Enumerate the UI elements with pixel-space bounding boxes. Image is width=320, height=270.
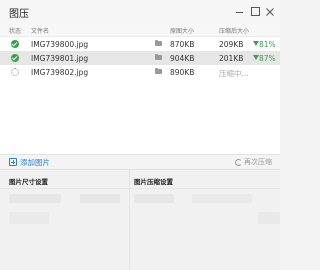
original-size-cell: 890KB <box>170 68 195 77</box>
header-original-size: 原图大小 <box>170 28 195 35</box>
add-images-label: 添加图片 <box>20 158 50 167</box>
settings-divider <box>0 188 280 189</box>
header-filename: 文件名 <box>31 28 50 35</box>
panel-divider <box>129 170 130 270</box>
check-circle-icon <box>11 54 19 62</box>
compressed-size-cell: 209KB <box>219 40 244 49</box>
settings-area: 图片尺寸设置 图片压缩设置 <box>0 169 280 270</box>
header-compressed-size: 压缩后大小 <box>219 28 250 35</box>
compressed-size-cell: 压缩中... <box>219 69 249 78</box>
size-settings-control[interactable] <box>9 194 61 203</box>
app-window: 图压 状态 文件名 原图大小 压缩后大小 IMG739800.jpg 870KB… <box>0 0 280 270</box>
action-bar: 添加图片 再次压缩 <box>0 154 280 169</box>
minimize-icon[interactable] <box>233 4 247 18</box>
ratio-cell: 81% <box>259 40 276 49</box>
check-circle-icon <box>11 40 19 48</box>
size-settings-control[interactable] <box>80 194 120 203</box>
table-header: 状态 文件名 原图大小 压缩后大小 <box>0 24 280 37</box>
app-title: 图压 <box>9 9 29 20</box>
plus-icon <box>9 158 17 166</box>
compress-settings-control[interactable] <box>192 194 252 203</box>
header-status: 状态 <box>9 28 22 35</box>
table-row[interactable]: IMG739801.jpg 904KB 201KB 87% <box>0 51 280 65</box>
compress-settings-control[interactable] <box>134 194 174 203</box>
original-size-cell: 870KB <box>170 40 195 49</box>
size-settings-title: 图片尺寸设置 <box>9 178 48 186</box>
filename-cell: IMG739800.jpg <box>31 40 89 49</box>
ratio-cell: 87% <box>259 54 276 63</box>
size-settings-control[interactable] <box>9 212 49 224</box>
compressed-size-cell: 201KB <box>219 54 244 63</box>
folder-icon[interactable] <box>155 53 162 60</box>
folder-icon[interactable] <box>155 67 162 74</box>
recompress-label: 再次压缩 <box>244 158 272 166</box>
folder-icon[interactable] <box>155 39 162 46</box>
title-bar: 图压 <box>0 0 280 24</box>
table-row[interactable]: IMG739800.jpg 870KB 209KB 81% <box>0 37 280 51</box>
loading-spinner-icon <box>11 68 19 76</box>
close-icon[interactable] <box>263 4 277 18</box>
table-row[interactable]: IMG739802.jpg 890KB 压缩中... <box>0 65 280 79</box>
maximize-icon[interactable] <box>248 4 262 18</box>
filename-cell: IMG739802.jpg <box>31 68 89 77</box>
compress-settings-title: 图片压缩设置 <box>134 178 173 186</box>
compress-settings-control[interactable] <box>258 212 280 224</box>
file-table: 状态 文件名 原图大小 压缩后大小 IMG739800.jpg 870KB 20… <box>0 24 280 154</box>
refresh-icon <box>235 159 242 166</box>
original-size-cell: 904KB <box>170 54 195 63</box>
filename-cell: IMG739801.jpg <box>31 54 89 63</box>
